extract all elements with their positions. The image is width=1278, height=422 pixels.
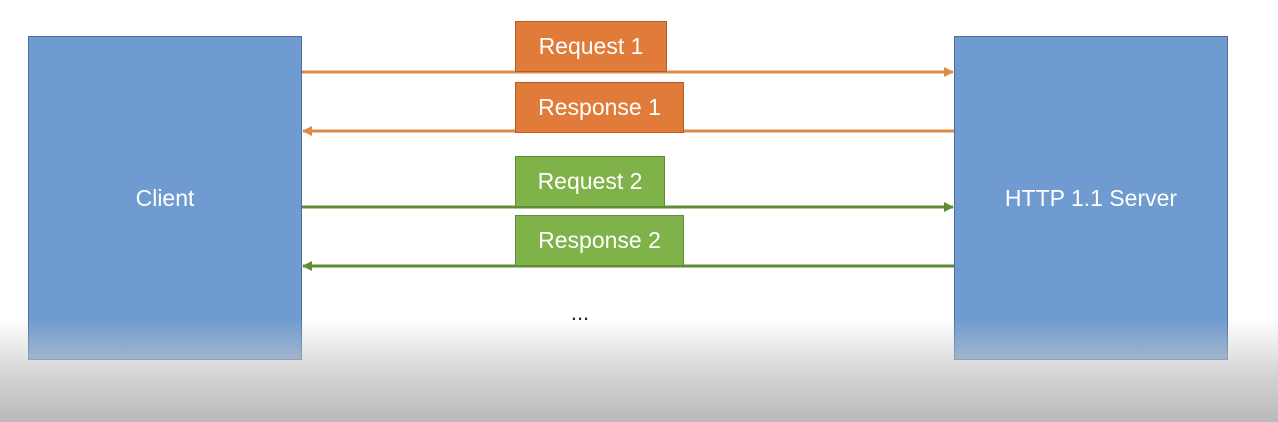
request-2-label: Request 2: [537, 168, 643, 194]
request-1-tag: Request 1: [515, 21, 667, 72]
response-2-tag: Response 2: [515, 215, 684, 266]
response-1-label: Response 1: [538, 94, 661, 120]
request-1-label: Request 1: [538, 33, 644, 59]
response-2-label: Response 2: [538, 227, 661, 253]
diagram-canvas: Client HTTP 1.1 Server Request 1 Respons…: [0, 0, 1278, 422]
response-1-tag: Response 1: [515, 82, 684, 133]
continuation-ellipsis: ...: [570, 300, 590, 325]
request-2-tag: Request 2: [515, 156, 665, 207]
